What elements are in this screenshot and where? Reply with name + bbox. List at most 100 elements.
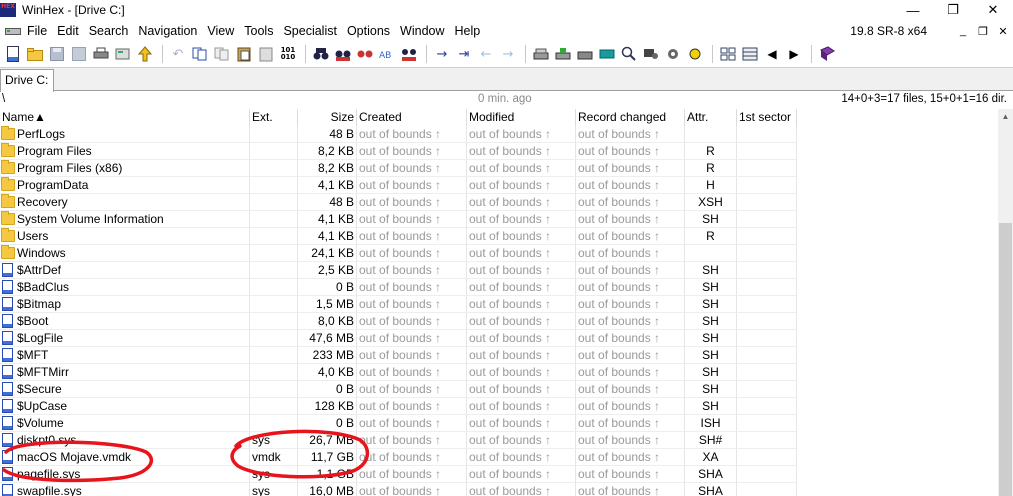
ram-editor-icon[interactable] [598,45,616,63]
back-arrow-icon[interactable]: ← [477,45,495,63]
column-size-header[interactable]: Size [298,109,357,126]
save-all-icon[interactable] [70,45,88,63]
menu-view[interactable]: View [202,21,239,41]
doc-close-button[interactable]: ✕ [993,21,1013,41]
doc-restore-button[interactable]: ❐ [973,21,993,41]
file-name-cell[interactable]: System Volume Information [0,211,250,228]
file-name-cell[interactable]: $Volume [0,415,250,432]
menu-help[interactable]: Help [450,21,486,41]
save-icon[interactable] [48,45,66,63]
file-name-cell[interactable]: Windows [0,245,250,262]
doc-minimize-button[interactable]: _ [953,21,973,41]
table-view-icon[interactable] [741,45,759,63]
file-name-cell[interactable]: pagefile.sys [0,466,250,483]
previous-icon[interactable]: ◀ [763,45,781,63]
paste-icon[interactable] [235,45,253,63]
table-row[interactable]: $Secure 0 Bout of bounds ↑ out of bounds ↑… [0,381,998,398]
table-row[interactable]: $Bitmap 1,5 MB out of bounds ↑ out of bound… [0,296,998,313]
menu-window[interactable]: Window [395,21,449,41]
column-created-header[interactable]: Created [357,109,467,126]
column-record-changed-header[interactable]: Record changed [576,109,685,126]
minimize-button[interactable]: — [893,0,933,20]
open-folder-icon[interactable] [26,45,44,63]
hex-search-icon[interactable] [400,45,418,63]
open-disk-icon[interactable] [532,45,550,63]
table-row[interactable]: $AttrDef 2,5 KB out of bounds ↑ out of boun… [0,262,998,279]
table-row[interactable]: PerfLogs 48 Bout of bounds ↑ out of bounds… [0,126,998,143]
table-row[interactable]: Windows 24,1 KB out of bounds ↑ out of boun… [0,245,998,262]
grid-view-icon[interactable] [719,45,737,63]
column-ext-header[interactable]: Ext. [250,109,298,126]
file-name-cell[interactable]: swapfile.sys [0,483,250,496]
file-name-cell[interactable]: Recovery [0,194,250,211]
table-row[interactable]: $UpCase 128 KB out of bounds ↑ out of bound… [0,398,998,415]
file-name-cell[interactable]: $MFT [0,347,250,364]
properties-icon[interactable] [114,45,132,63]
table-row[interactable]: $MFTMirr 4,0 KB out of bounds ↑ out of boun… [0,364,998,381]
column-attr-header[interactable]: Attr. [685,109,737,126]
table-row[interactable]: macOS Mojave.vmdk vmdk 11,7 GB out of bound… [0,449,998,466]
table-row[interactable]: Users 4,1 KB out of bounds ↑ out of bounds … [0,228,998,245]
menu-search[interactable]: Search [84,21,134,41]
table-row[interactable]: $MFT 233 MB out of bounds ↑ out of bounds ↑… [0,347,998,364]
new-file-icon[interactable] [4,45,22,63]
up-arrow-icon[interactable] [136,45,154,63]
file-name-cell[interactable]: $BadClus [0,279,250,296]
go-to-offset-icon[interactable]: → [433,45,451,63]
table-row[interactable]: diskpt0.sys sys 26,7 MB out of bounds ↑ out … [0,432,998,449]
cut-icon[interactable] [191,45,209,63]
forward-arrow-icon[interactable]: → [499,45,517,63]
copy-icon[interactable] [213,45,231,63]
clone-disk-icon[interactable] [554,45,572,63]
gear-icon[interactable] [664,45,682,63]
file-name-cell[interactable]: Users [0,228,250,245]
file-name-cell[interactable]: ProgramData [0,177,250,194]
undo-icon[interactable]: ↶ [169,45,187,63]
file-name-cell[interactable]: $AttrDef [0,262,250,279]
table-row[interactable]: ProgramData 4,1 KB out of bounds ↑ out of b… [0,177,998,194]
vertical-scrollbar[interactable]: ▲ [998,109,1013,496]
write-clipboard-icon[interactable] [257,45,275,63]
replace-text-icon[interactable] [356,45,374,63]
table-row[interactable]: System Volume Information 4,1 KB out of bo… [0,211,998,228]
file-name-cell[interactable]: $Bitmap [0,296,250,313]
table-row[interactable]: $LogFile 47,6 MB out of bounds ↑ out of bou… [0,330,998,347]
data-interpreter-icon[interactable] [642,45,660,63]
table-row[interactable]: Program Files 8,2 KB out of bounds ↑ out of… [0,143,998,160]
column-modified-header[interactable]: Modified [467,109,576,126]
file-name-cell[interactable]: Program Files [0,143,250,160]
analyze-icon[interactable] [620,45,638,63]
help-book-icon[interactable] [818,45,836,63]
table-row[interactable]: swapfile.sys sys 16,0 MB out of bounds ↑ out… [0,483,998,496]
file-name-cell[interactable]: $UpCase [0,398,250,415]
file-name-cell[interactable]: $MFTMirr [0,364,250,381]
go-to-sector-icon[interactable]: ⇥ [455,45,473,63]
table-row[interactable]: Recovery 48 Bout of bounds ↑ out of bounds… [0,194,998,211]
maximize-button[interactable]: ❐ [933,0,973,20]
menu-edit[interactable]: Edit [52,21,84,41]
column-first-sector-header[interactable]: 1st sector [737,109,797,126]
file-name-cell[interactable]: Program Files (x86) [0,160,250,177]
drive-menu-icon[interactable] [4,24,22,38]
table-row[interactable]: $BadClus 0 Bout of bounds ↑ out of bounds … [0,279,998,296]
tab-drive-c[interactable]: Drive C: [0,69,54,92]
file-name-cell[interactable]: $Boot [0,313,250,330]
menu-options[interactable]: Options [342,21,395,41]
file-name-cell[interactable]: macOS Mojave.vmdk [0,449,250,466]
scroll-thumb[interactable] [999,223,1012,496]
file-name-cell[interactable]: diskpt0.sys [0,432,250,449]
find-text-icon[interactable] [312,45,330,63]
file-name-cell[interactable]: $Secure [0,381,250,398]
column-name-header[interactable]: Name▲ [0,109,250,126]
sun-calculator-icon[interactable] [686,45,704,63]
next-star-icon[interactable]: ▶ [785,45,803,63]
table-row[interactable]: $Boot 8,0 KB out of bounds ↑ out of bounds … [0,313,998,330]
close-button[interactable]: ✕ [973,0,1013,20]
table-row[interactable]: $Volume 0 Bout of bounds ↑ out of bounds ↑… [0,415,998,432]
hex-binary-icon[interactable]: 101 010 [279,45,297,63]
file-name-cell[interactable]: $LogFile [0,330,250,347]
menu-navigation[interactable]: Navigation [133,21,202,41]
print-icon[interactable] [92,45,110,63]
menu-specialist[interactable]: Specialist [278,21,342,41]
table-row[interactable]: pagefile.sys sys 1,1 GB out of bounds ↑ out … [0,466,998,483]
